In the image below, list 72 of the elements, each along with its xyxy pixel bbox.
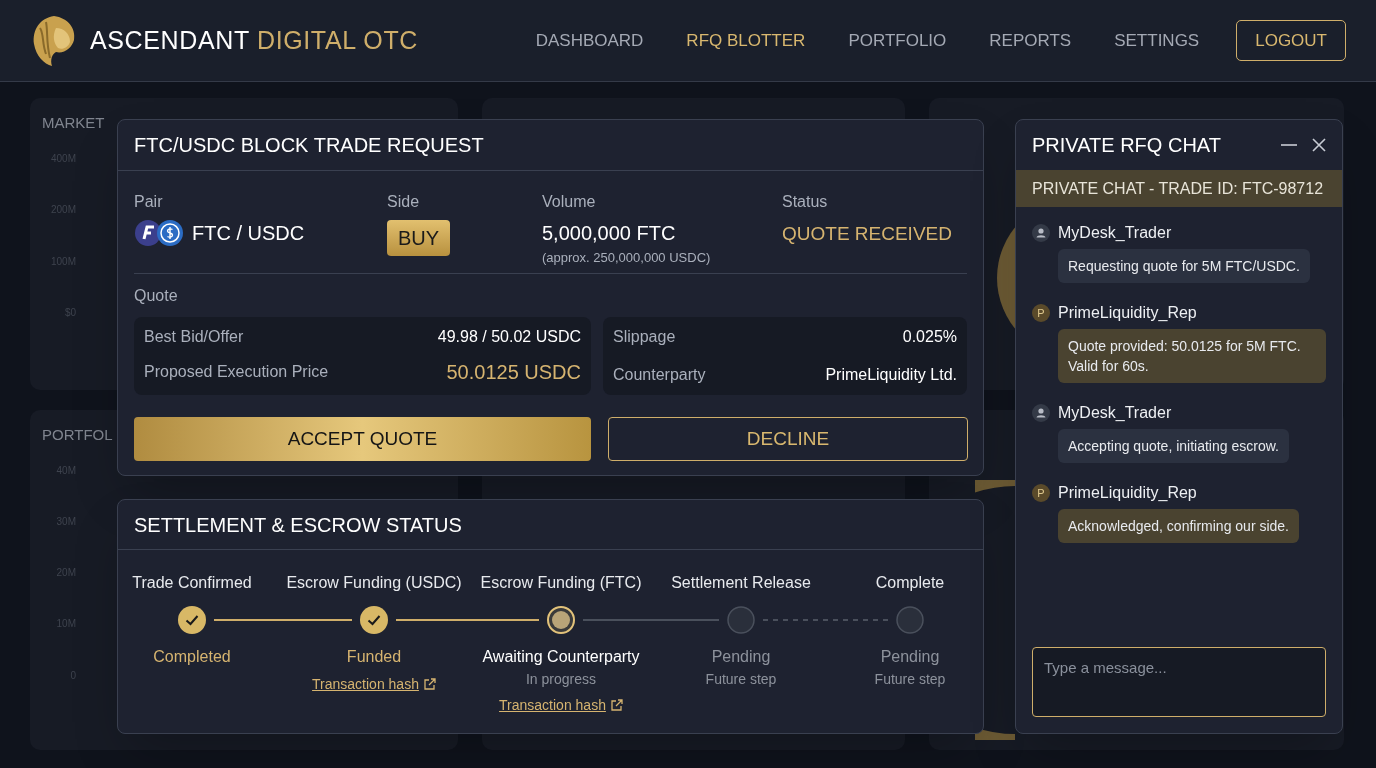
sender-name: PrimeLiquidity_Rep (1058, 483, 1197, 503)
nav-link[interactable]: PORTFOLIO (848, 27, 947, 54)
panel-title: PRIVATE RFQ CHAT (1032, 133, 1221, 158)
step-note: Future step (874, 670, 946, 689)
step-label: Settlement Release (671, 573, 811, 593)
chat-banner: PRIVATE CHAT - TRADE ID: FTC-98712 (1016, 170, 1342, 207)
card-title: PORTFOL (42, 425, 113, 445)
quote-label: Slippage (613, 327, 676, 347)
step-status: Awaiting Counterparty (482, 647, 640, 667)
close-icon[interactable] (1312, 138, 1326, 152)
status-value: QUOTE RECEIVED (782, 222, 953, 246)
logout-button[interactable]: LOGOUT (1236, 20, 1346, 61)
nav-link[interactable]: DASHBOARD (535, 27, 644, 54)
quote-label: Counterparty (613, 365, 706, 385)
external-link-icon (609, 699, 623, 712)
quote-value: 0.025% (902, 327, 957, 347)
card-title: MARKET (42, 113, 105, 133)
nav-link[interactable]: SETTINGS (1114, 27, 1200, 54)
quote-value: 49.98 / 50.02 USDC (437, 327, 581, 347)
step-label: Escrow Funding (FTC) (480, 573, 642, 593)
message-input[interactable]: Type a message... (1032, 647, 1326, 717)
pair-value: FTC / USDC (192, 221, 305, 246)
transaction-link[interactable]: Transaction hash (312, 674, 436, 695)
step-note: Future step (705, 670, 777, 689)
brand-accent: DIGITAL OTC (256, 25, 418, 54)
brand-name: ASCENDANT (90, 25, 250, 54)
step-note: In progress (525, 670, 596, 689)
avatar: P (1032, 304, 1050, 322)
message-bubble: Accepting quote, initiating escrow. (1058, 429, 1289, 463)
nav-link[interactable]: RFQ BLOTTER (686, 27, 806, 54)
quote-label: Best Bid/Offer (144, 327, 244, 347)
step-label: Trade Confirmed (132, 573, 252, 593)
minimize-icon[interactable] (1280, 143, 1298, 147)
check-icon (178, 606, 206, 634)
side-badge: BUY (387, 220, 451, 256)
panel-title: FTC/USDC BLOCK TRADE REQUEST (134, 133, 484, 158)
sender-name: PrimeLiquidity_Rep (1058, 303, 1197, 323)
panel-title: SETTLEMENT & ESCROW STATUS (134, 512, 462, 538)
progress-dot-icon (547, 606, 575, 634)
transaction-link[interactable]: Transaction hash (499, 695, 623, 716)
message-bubble: Acknowledged, confirming our side. (1058, 509, 1299, 543)
step-status: Funded (346, 647, 402, 667)
field-label: Status (782, 192, 829, 212)
quote-value: PrimeLiquidity Ltd. (825, 365, 957, 385)
step-status: Completed (153, 647, 231, 667)
decline-button[interactable]: DECLINE (608, 417, 968, 461)
field-label: Volume (542, 192, 597, 212)
nav-link[interactable]: REPORTS (989, 27, 1072, 54)
user-avatar-icon (1032, 404, 1050, 422)
avatar: P (1032, 484, 1050, 502)
accept-quote-button[interactable]: ACCEPT QUOTE (134, 417, 591, 461)
pending-dot-icon (727, 606, 755, 634)
field-label: Pair (134, 192, 164, 212)
check-icon (360, 606, 388, 634)
quote-value: 50.0125 USDC (446, 360, 581, 385)
volume-note: (approx. 250,000,000 USDC) (542, 249, 712, 267)
sender-name: MyDesk_Trader (1058, 223, 1172, 243)
step-status: Pending (880, 647, 940, 667)
step-label: Escrow Funding (USDC) (286, 573, 462, 593)
external-link-icon (422, 678, 436, 691)
sender-name: MyDesk_Trader (1058, 403, 1172, 423)
message-bubble: Requesting quote for 5M FTC/USDC. (1058, 249, 1310, 283)
step-label: Complete (875, 573, 945, 593)
pending-dot-icon (896, 606, 924, 634)
quote-label: Proposed Execution Price (144, 362, 329, 382)
step-status: Pending (711, 647, 771, 667)
field-label: Side (387, 192, 421, 212)
user-avatar-icon (1032, 224, 1050, 242)
volume-value: 5,000,000 FTC (542, 221, 677, 246)
message-bubble: Quote provided: 50.0125 for 5M FTC. Valid for 60s. (1058, 329, 1326, 383)
coin-pair-icon (134, 219, 184, 247)
section-label: Quote (134, 286, 179, 306)
